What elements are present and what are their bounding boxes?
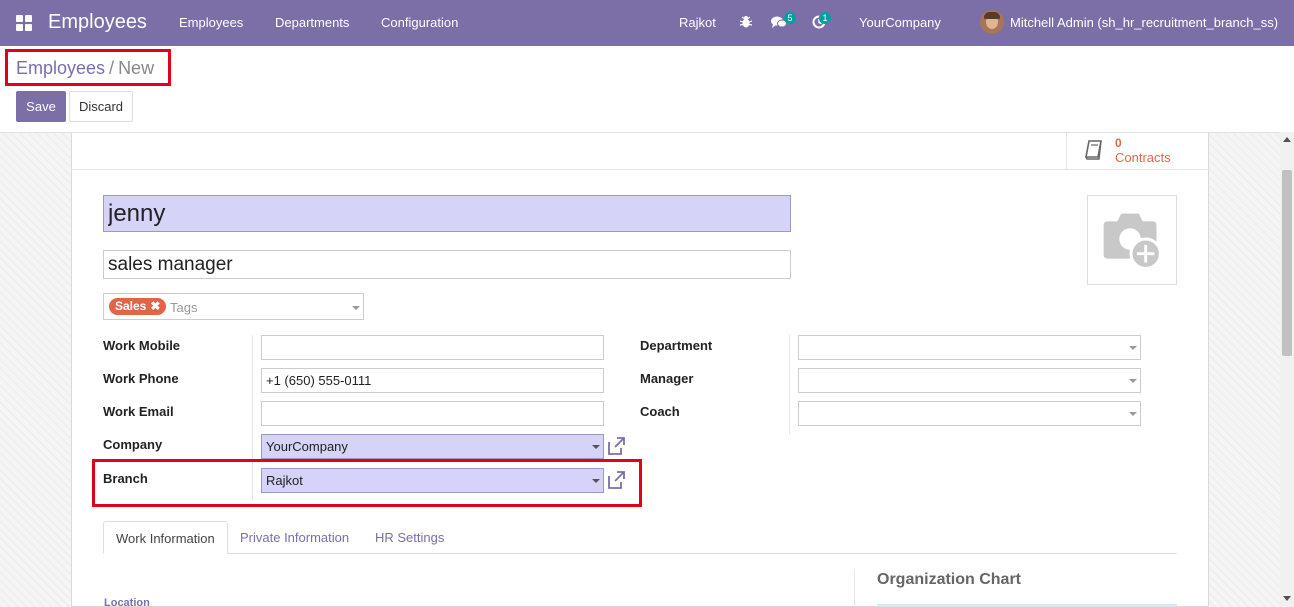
work-mobile-input[interactable]: [261, 335, 604, 360]
activities-badge: 1: [819, 12, 831, 24]
coach-dropdown-caret-icon[interactable]: [1129, 412, 1137, 416]
department-select[interactable]: [798, 335, 1141, 360]
location-section-label: Location: [104, 597, 150, 607]
contracts-smart-button[interactable]: 0 Contracts: [1066, 133, 1209, 170]
manager-label: Manager: [640, 371, 694, 386]
top-navbar: Employees Employees Departments Configur…: [0, 0, 1294, 46]
tag-sales: Sales ✖: [109, 298, 167, 315]
breadcrumb-highlight-box: [5, 49, 171, 86]
tag-label: Sales: [115, 299, 147, 313]
org-chart-divider: [854, 569, 855, 607]
manager-select[interactable]: [798, 368, 1141, 393]
company-switcher[interactable]: YourCompany: [859, 15, 941, 30]
tags-field[interactable]: Sales ✖ Tags: [103, 293, 364, 320]
work-phone-input[interactable]: [261, 368, 604, 393]
work-email-input[interactable]: [261, 401, 604, 426]
branch-highlight-box: [92, 459, 642, 507]
company-select[interactable]: [261, 434, 604, 459]
right-group-divider: [789, 335, 790, 434]
scroll-thumb[interactable]: [1282, 170, 1292, 356]
job-title-input[interactable]: [103, 250, 791, 279]
work-phone-label: Work Phone: [103, 371, 179, 386]
work-mobile-label: Work Mobile: [103, 338, 181, 353]
menu-configuration[interactable]: Configuration: [381, 15, 458, 30]
scroll-down-arrow-icon[interactable]: [1283, 596, 1291, 601]
company-label: Company: [103, 437, 163, 452]
user-menu[interactable]: Mitchell Admin (sh_hr_recruitment_branch…: [1010, 15, 1278, 30]
contracts-label: Contracts: [1115, 150, 1171, 165]
work-email-label: Work Email: [103, 404, 174, 419]
branch-switcher[interactable]: Rajkot: [679, 15, 716, 30]
manager-dropdown-caret-icon[interactable]: [1129, 379, 1137, 383]
company-external-link-icon[interactable]: [606, 436, 626, 456]
department-dropdown-caret-icon[interactable]: [1129, 346, 1137, 350]
remove-tag-icon[interactable]: ✖: [150, 299, 160, 313]
tags-dropdown-caret-icon[interactable]: [352, 306, 360, 310]
discard-button[interactable]: Discard: [69, 91, 133, 122]
coach-label: Coach: [640, 404, 680, 419]
coach-select[interactable]: [798, 401, 1141, 426]
button-box: [71, 133, 1209, 170]
book-icon: [1085, 140, 1102, 160]
menu-departments[interactable]: Departments: [275, 15, 349, 30]
tags-placeholder: Tags: [170, 300, 198, 315]
department-label: Department: [640, 338, 713, 353]
tab-work-information[interactable]: Work Information: [103, 521, 228, 554]
messages-badge: 5: [784, 12, 796, 24]
employee-photo[interactable]: [1087, 195, 1177, 285]
vertical-scrollbar[interactable]: [1280, 132, 1294, 607]
camera-plus-icon: [1103, 213, 1162, 270]
apps-grid-icon[interactable]: [16, 15, 32, 31]
employee-name-input[interactable]: [103, 195, 791, 232]
app-title[interactable]: Employees: [48, 11, 147, 34]
bug-icon[interactable]: [739, 15, 753, 29]
menu-employees[interactable]: Employees: [179, 15, 243, 30]
tab-hr-settings[interactable]: HR Settings: [363, 521, 456, 554]
save-button[interactable]: Save: [16, 91, 66, 122]
tab-private-information[interactable]: Private Information: [228, 521, 361, 554]
user-avatar[interactable]: [980, 10, 1004, 34]
org-chart-title: Organization Chart: [877, 571, 1022, 588]
contracts-count: 0: [1115, 136, 1122, 150]
company-dropdown-caret-icon[interactable]: [592, 445, 600, 449]
scroll-up-arrow-icon[interactable]: [1283, 137, 1291, 142]
notebook-tabs: Work Information Private Information HR …: [103, 521, 1177, 554]
